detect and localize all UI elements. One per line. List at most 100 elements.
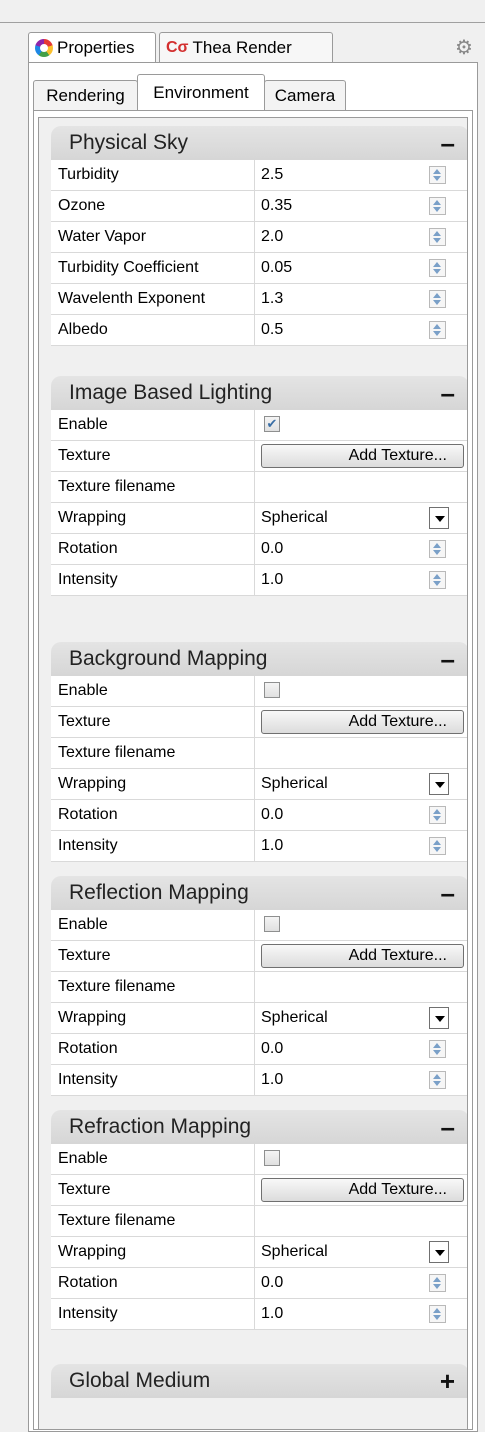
intensity-value[interactable]: 1.0 xyxy=(261,1065,283,1095)
section-image-based-lighting-header[interactable]: Image Based Lighting – xyxy=(51,376,467,410)
property-row-ozone: Ozone 0.35 xyxy=(51,191,467,222)
property-label: Texture xyxy=(58,713,111,730)
enable-checkbox[interactable]: ✔ xyxy=(264,416,280,432)
add-texture-button[interactable]: Add Texture... xyxy=(261,1178,464,1202)
intensity-value[interactable]: 1.0 xyxy=(261,1299,283,1329)
intensity-value[interactable]: 1.0 xyxy=(261,831,283,861)
collapse-toggle[interactable]: – xyxy=(441,378,455,409)
spinner-icon[interactable] xyxy=(429,806,446,824)
rotation-value[interactable]: 0.0 xyxy=(261,534,283,564)
add-texture-button[interactable]: Add Texture... xyxy=(261,444,464,468)
wrapping-select[interactable]: Spherical xyxy=(261,503,328,533)
property-row-texture-filename: Texture filename xyxy=(51,972,467,1003)
tab-environment[interactable]: Environment xyxy=(137,74,265,110)
ozone-value[interactable]: 0.35 xyxy=(261,191,292,221)
property-label: Texture filename xyxy=(58,978,176,995)
spinner-icon[interactable] xyxy=(429,837,446,855)
spinner-icon[interactable] xyxy=(429,228,446,246)
tab-rendering-label: Rendering xyxy=(46,85,125,105)
enable-checkbox[interactable] xyxy=(264,682,280,698)
chevron-down-icon[interactable] xyxy=(429,773,449,795)
spinner-icon[interactable] xyxy=(429,290,446,308)
rotation-value[interactable]: 0.0 xyxy=(261,800,283,830)
section-title: Physical Sky xyxy=(69,131,189,154)
spinner-icon[interactable] xyxy=(429,166,446,184)
enable-checkbox[interactable] xyxy=(264,1150,280,1166)
collapse-toggle[interactable]: – xyxy=(441,878,455,909)
chevron-down-icon[interactable] xyxy=(429,1007,449,1029)
section-background-mapping-header[interactable]: Background Mapping – xyxy=(51,642,467,676)
property-label: Rotation xyxy=(58,540,118,557)
collapse-toggle[interactable]: – xyxy=(441,1112,455,1143)
water-vapor-value[interactable]: 2.0 xyxy=(261,222,283,252)
property-row-texture-filename: Texture filename xyxy=(51,738,467,769)
tab-properties-label: Properties xyxy=(57,37,135,57)
expand-toggle[interactable]: + xyxy=(440,1366,455,1397)
property-label: Wrapping xyxy=(58,1243,127,1260)
property-label: Texture xyxy=(58,447,111,464)
spinner-icon[interactable] xyxy=(429,1274,446,1292)
property-label: Turbidity xyxy=(58,166,119,183)
spinner-icon[interactable] xyxy=(429,540,446,558)
spinner-icon[interactable] xyxy=(429,197,446,215)
environment-scroll-area[interactable]: Physical Sky – Turbidity 2.5 Ozone 0.35 … xyxy=(38,117,468,1429)
spinner-icon[interactable] xyxy=(429,1040,446,1058)
add-texture-button[interactable]: Add Texture... xyxy=(261,944,464,968)
tab-thea-render-label: Thea Render xyxy=(192,37,292,57)
enable-checkbox[interactable] xyxy=(264,916,280,932)
turbidity-coefficient-value[interactable]: 0.05 xyxy=(261,253,292,283)
spinner-icon[interactable] xyxy=(429,1071,446,1089)
section-physical-sky-header[interactable]: Physical Sky – xyxy=(51,126,467,160)
environment-content: Physical Sky – Turbidity 2.5 Ozone 0.35 … xyxy=(33,110,473,1430)
spinner-icon[interactable] xyxy=(429,259,446,277)
property-row-enable: Enable ✔ xyxy=(51,410,467,441)
property-label: Wrapping xyxy=(58,509,127,526)
rotation-value[interactable]: 0.0 xyxy=(261,1268,283,1298)
section-reflection-mapping-header[interactable]: Reflection Mapping – xyxy=(51,876,467,910)
section-refraction-mapping-header[interactable]: Refraction Mapping – xyxy=(51,1110,467,1144)
collapse-toggle[interactable]: – xyxy=(441,128,455,159)
property-row-turbidity-coefficient: Turbidity Coefficient 0.05 xyxy=(51,253,467,284)
property-row-texture-filename: Texture filename xyxy=(51,1206,467,1237)
property-label: Enable xyxy=(58,416,108,433)
intensity-value[interactable]: 1.0 xyxy=(261,565,283,595)
property-row-intensity: Intensity 1.0 xyxy=(51,1065,467,1096)
wrapping-select[interactable]: Spherical xyxy=(261,769,328,799)
spinner-icon[interactable] xyxy=(429,1305,446,1323)
property-row-rotation: Rotation 0.0 xyxy=(51,1268,467,1299)
properties-icon xyxy=(35,38,53,57)
spinner-icon[interactable] xyxy=(429,571,446,589)
tab-camera[interactable]: Camera xyxy=(264,80,346,110)
add-texture-button[interactable]: Add Texture... xyxy=(261,710,464,734)
property-label: Rotation xyxy=(58,1040,118,1057)
property-label: Water Vapor xyxy=(58,228,147,245)
chevron-down-icon[interactable] xyxy=(429,1241,449,1263)
section-global-medium-header[interactable]: Global Medium + xyxy=(51,1364,467,1398)
property-row-texture-filename: Texture filename xyxy=(51,472,467,503)
wrapping-select[interactable]: Spherical xyxy=(261,1237,328,1267)
property-row-rotation: Rotation 0.0 xyxy=(51,1034,467,1065)
property-label: Intensity xyxy=(58,1071,118,1088)
property-label: Intensity xyxy=(58,1305,118,1322)
wavelength-exponent-value[interactable]: 1.3 xyxy=(261,284,283,314)
tab-camera-label: Camera xyxy=(274,85,336,105)
tab-thea-render[interactable]: Cσ Thea Render xyxy=(159,32,333,62)
tab-rendering[interactable]: Rendering xyxy=(33,80,138,110)
rotation-value[interactable]: 0.0 xyxy=(261,1034,283,1064)
albedo-value[interactable]: 0.5 xyxy=(261,315,283,345)
property-label: Enable xyxy=(58,682,108,699)
tab-properties[interactable]: Properties xyxy=(28,32,156,62)
chevron-down-icon[interactable] xyxy=(429,507,449,529)
collapse-toggle[interactable]: – xyxy=(441,644,455,675)
gear-icon[interactable]: ⚙ xyxy=(455,38,475,58)
spinner-icon[interactable] xyxy=(429,321,446,339)
property-label: Enable xyxy=(58,916,108,933)
property-label: Texture xyxy=(58,1181,111,1198)
wrapping-select[interactable]: Spherical xyxy=(261,1003,328,1033)
property-row-texture: Texture Add Texture... xyxy=(51,1175,467,1206)
section-title: Global Medium xyxy=(69,1369,211,1392)
property-row-rotation: Rotation 0.0 xyxy=(51,534,467,565)
property-label: Intensity xyxy=(58,837,118,854)
turbidity-value[interactable]: 2.5 xyxy=(261,160,283,190)
section-title: Refraction Mapping xyxy=(69,1115,252,1138)
